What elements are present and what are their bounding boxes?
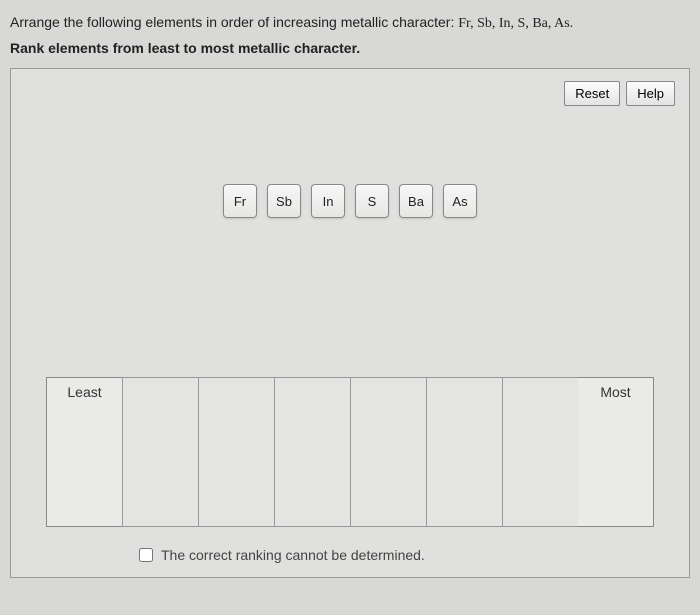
tile-fr[interactable]: Fr (223, 184, 257, 218)
elements-list: Fr, Sb, In, S, Ba, As. (458, 16, 573, 31)
ranking-area: Least Most (46, 377, 654, 527)
instruction-text: Rank elements from least to most metalli… (10, 40, 690, 56)
reset-button[interactable]: Reset (564, 81, 620, 106)
cannot-determine-label: The correct ranking cannot be determined… (161, 547, 425, 563)
least-label: Least (46, 377, 122, 527)
cannot-determine-checkbox[interactable] (139, 548, 153, 562)
tile-ba[interactable]: Ba (399, 184, 433, 218)
question-prompt: Arrange the following elements in order … (10, 12, 690, 34)
cannot-determine-row: The correct ranking cannot be determined… (139, 547, 425, 563)
prompt-prefix: Arrange the following elements in order … (10, 14, 458, 30)
ranking-panel: Reset Help Fr Sb In S Ba As Least Most T… (10, 68, 690, 578)
most-label: Most (578, 377, 654, 527)
ranking-slot[interactable] (274, 377, 350, 527)
help-button[interactable]: Help (626, 81, 675, 106)
ranking-slot[interactable] (350, 377, 426, 527)
toolbar: Reset Help (564, 81, 675, 106)
tile-s[interactable]: S (355, 184, 389, 218)
tile-as[interactable]: As (443, 184, 477, 218)
tile-in[interactable]: In (311, 184, 345, 218)
ranking-slot[interactable] (502, 377, 578, 527)
ranking-slot[interactable] (122, 377, 198, 527)
ranking-slot[interactable] (426, 377, 502, 527)
ranking-slot[interactable] (198, 377, 274, 527)
tile-sb[interactable]: Sb (267, 184, 301, 218)
draggable-tiles: Fr Sb In S Ba As (223, 184, 477, 218)
